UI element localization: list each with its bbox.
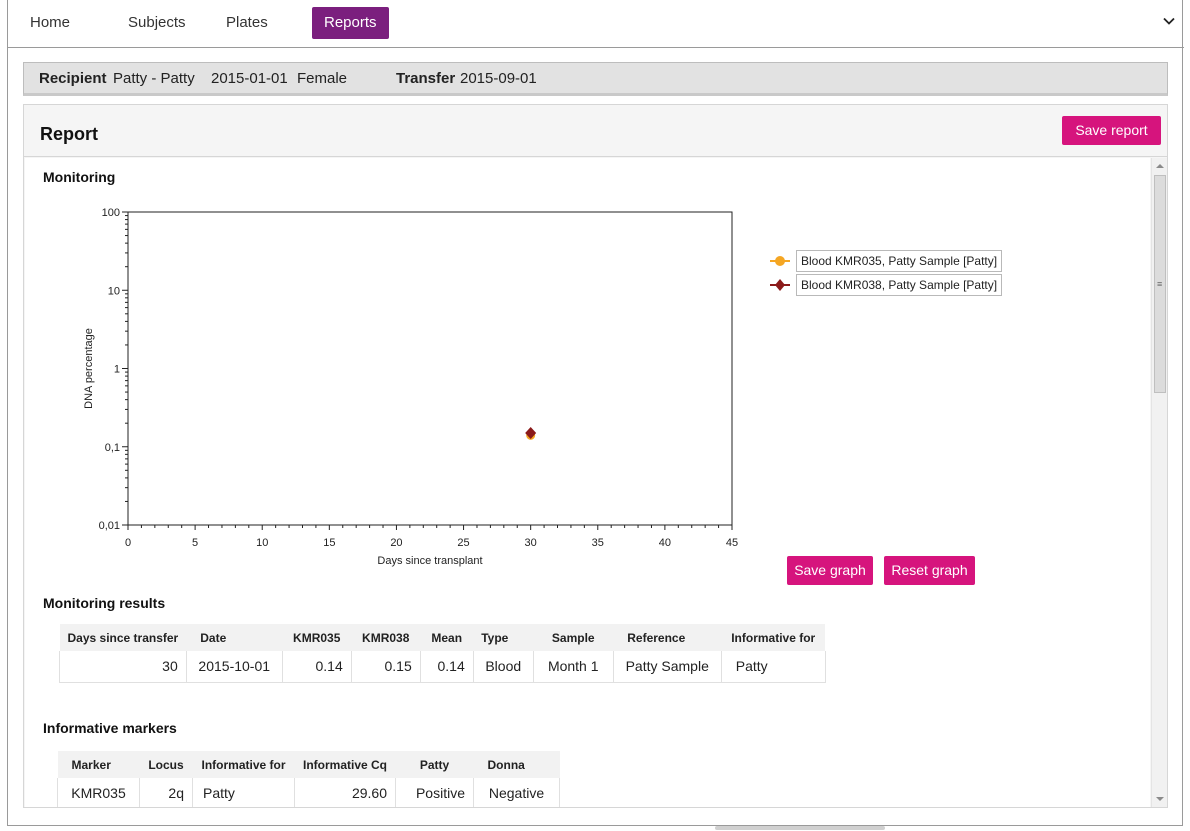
cell-kmr035: 0.14: [282, 651, 352, 683]
column-header: Informative for: [192, 751, 295, 778]
column-header: Type: [473, 624, 534, 651]
plot-area: [127, 211, 733, 526]
transfer-label: Transfer: [396, 70, 456, 87]
reset-graph-button[interactable]: Reset graph: [884, 556, 975, 585]
nav-subjects[interactable]: Subjects: [116, 7, 198, 39]
report-content[interactable]: Monitoring 0 5 10 15 20 25 30 35 40 45 0,01 0,1 1 10 1…: [25, 158, 1150, 807]
column-header: Sample: [533, 624, 614, 651]
y-tick-label: 1: [114, 364, 120, 376]
x-tick-label: 5: [192, 537, 198, 549]
nav-home[interactable]: Home: [18, 7, 82, 39]
x-tick-label: 30: [525, 537, 537, 549]
report-title: Report: [40, 124, 98, 144]
column-header: Mean: [420, 624, 474, 651]
scroll-up-arrow-icon[interactable]: [1156, 164, 1164, 168]
y-axis-label: DNA percentage: [83, 328, 95, 409]
x-tick-label: 10: [256, 537, 268, 549]
cell-type: Blood: [473, 651, 534, 683]
transfer-date: 2015-09-01: [460, 70, 537, 87]
x-tick-label: 0: [125, 537, 131, 549]
cell-kmr038: 0.15: [351, 651, 421, 683]
scroll-down-arrow-icon[interactable]: [1156, 797, 1164, 801]
x-tick-label: 35: [592, 537, 604, 549]
recipient-name: Patty - Patty: [113, 70, 195, 87]
y-tick-label: 0,1: [105, 442, 120, 454]
grip-icon: ≡: [1157, 279, 1163, 289]
x-tick-label: 45: [726, 537, 738, 549]
table-row[interactable]: 30 2015-10-01 0.14 0.15 0.14 Blood Month…: [59, 651, 826, 683]
y-tick-label: 0,01: [99, 520, 120, 532]
cell-sample: Month 1: [533, 651, 614, 683]
monitoring-results-title: Monitoring results: [43, 595, 166, 611]
chevron-down-icon[interactable]: [1162, 14, 1176, 28]
column-header: Marker: [57, 751, 140, 778]
column-header: Informative Cq: [294, 751, 396, 778]
x-tick-label: 25: [457, 537, 469, 549]
cell-days: 30: [59, 651, 187, 683]
legend-circle-marker: [770, 256, 790, 266]
cell-marker: KMR035: [57, 778, 140, 807]
column-header: Patty: [395, 751, 474, 778]
cell-patty: Positive: [395, 778, 474, 807]
cell-donna: Negative: [473, 778, 560, 807]
recipient-label: Recipient: [39, 70, 107, 87]
save-report-button[interactable]: Save report: [1062, 116, 1161, 145]
cell-date: 2015-10-01: [186, 651, 283, 683]
report-header: Report Save report: [24, 105, 1167, 157]
cell-informative-for: Patty: [721, 651, 826, 683]
column-header: Donna: [473, 751, 560, 778]
cell-informative-for: Patty: [192, 778, 295, 807]
nav-reports[interactable]: Reports: [312, 7, 389, 39]
x-axis-label: Days since transplant: [377, 555, 482, 567]
scroll-thumb[interactable]: ≡: [1154, 175, 1166, 393]
column-header: Days since transfer: [59, 624, 187, 651]
report-panel: Report Save report Monitoring 0 5 10 15 20 25…: [23, 104, 1168, 808]
column-header: KMR038: [351, 624, 421, 651]
monitoring-results-table: Days since transfer Date KMR035 KMR038 M…: [59, 624, 826, 683]
y-tick-label: 100: [102, 207, 120, 219]
top-nav: Home Subjects Plates Reports: [8, 0, 1184, 48]
legend-diamond-marker: [770, 279, 790, 291]
cell-informative-cq: 29.60: [294, 778, 396, 807]
cell-mean: 0.14: [420, 651, 474, 683]
legend-label: Blood KMR038, Patty Sample [Patty]: [796, 274, 1003, 296]
column-header: Locus: [139, 751, 193, 778]
cell-locus: 2q: [139, 778, 193, 807]
recipient-bar: Recipient Patty - Patty 2015-01-01 Femal…: [23, 62, 1168, 96]
informative-markers-title: Informative markers: [43, 720, 177, 736]
nav-plates[interactable]: Plates: [214, 7, 280, 39]
window-edge: [715, 826, 885, 830]
column-header: Reference: [613, 624, 722, 651]
cell-reference: Patty Sample: [613, 651, 722, 683]
table-header-row: Days since transfer Date KMR035 KMR038 M…: [59, 624, 826, 651]
y-tick-label: 10: [108, 285, 120, 297]
x-tick-label: 20: [390, 537, 402, 549]
column-header: Date: [186, 624, 283, 651]
column-header: KMR035: [282, 624, 352, 651]
informative-markers-table: Marker Locus Informative for Informative…: [57, 751, 560, 807]
x-tick-label: 15: [323, 537, 335, 549]
save-graph-button[interactable]: Save graph: [787, 556, 873, 585]
legend-label: Blood KMR035, Patty Sample [Patty]: [796, 250, 1003, 272]
x-tick-label: 40: [659, 537, 671, 549]
table-row[interactable]: KMR035 2q Patty 29.60 Positive Negative: [57, 778, 560, 807]
table-header-row: Marker Locus Informative for Informative…: [57, 751, 560, 778]
app-frame: Home Subjects Plates Reports Recipient P…: [7, 0, 1184, 826]
vertical-scrollbar[interactable]: ≡: [1151, 158, 1167, 807]
recipient-sex: Female: [297, 70, 348, 87]
recipient-birth-date: 2015-01-01: [211, 70, 288, 87]
column-header: Informative for: [721, 624, 826, 651]
monitoring-chart: 0 5 10 15 20 25 30 35 40 45 0,01 0,1 1 10 100 Days sinc…: [83, 207, 738, 567]
